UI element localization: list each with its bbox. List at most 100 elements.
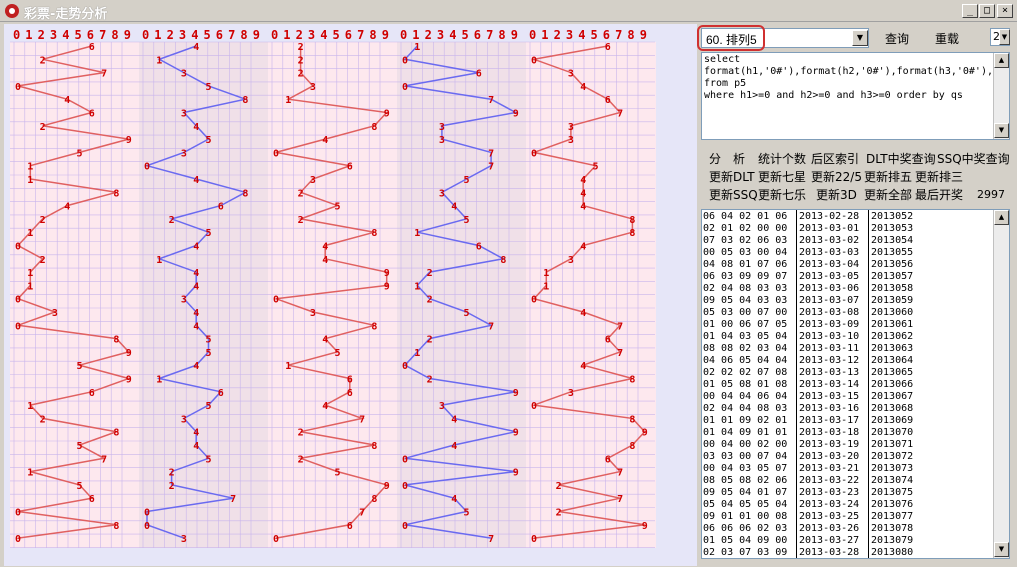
update-p5-button[interactable]: 更新排五 — [864, 168, 912, 185]
data-point: 3 — [181, 69, 187, 80]
minimize-button[interactable]: _ — [962, 4, 978, 18]
chevron-down-icon[interactable]: ▼ — [999, 29, 1010, 45]
draw-list[interactable]: 06 04 02 01 06 2013-02-28 2013052 02 01 02 … — [701, 209, 1010, 559]
data-point: 3 — [568, 135, 574, 146]
analyze-button[interactable]: 分 析 — [709, 150, 745, 167]
scroll-down-icon[interactable]: ▼ — [994, 542, 1009, 557]
column-header-digit: 9 — [253, 28, 260, 42]
data-point: 7 — [230, 494, 236, 505]
column-header-digit: 7 — [486, 28, 493, 42]
update-ql-button[interactable]: 更新七乐 — [758, 186, 806, 203]
column-header-digit: 3 — [437, 28, 444, 42]
column-header-digit: 0 — [142, 28, 149, 42]
data-point: 4 — [322, 135, 328, 146]
column-header-digit: 3 — [308, 28, 315, 42]
data-point: 9 — [642, 521, 648, 532]
data-point: 4 — [580, 202, 586, 213]
data-point: 2 — [556, 508, 562, 519]
data-point: 4 — [580, 82, 586, 93]
data-point: 6 — [347, 521, 353, 532]
title-bar: 彩票-走势分析 _ □ × — [0, 0, 1017, 22]
row-issue: 2013070 — [871, 427, 914, 438]
list-scrollbar[interactable]: ▲ ▼ — [993, 210, 1009, 558]
data-point: 6 — [347, 388, 353, 399]
column-header-digit: 0 — [271, 28, 278, 42]
row-date: 2013-03-17 — [799, 415, 860, 426]
data-point: 4 — [193, 361, 199, 372]
data-point: 4 — [322, 255, 328, 266]
data-point: 2 — [298, 215, 304, 226]
column-header-digit: 2 — [167, 28, 174, 42]
row-numbers: 03 03 00 07 04 — [703, 451, 788, 462]
data-point: 1 — [285, 361, 291, 372]
row-date: 2013-03-10 — [799, 331, 860, 342]
row-issue: 2013062 — [871, 331, 914, 342]
data-point: 3 — [310, 308, 316, 319]
record-count: 2997 — [977, 188, 1005, 201]
data-point: 7 — [617, 468, 623, 479]
row-numbers: 01 04 03 05 04 — [703, 331, 788, 342]
data-point: 5 — [335, 202, 341, 213]
back-index-button[interactable]: 后区索引 — [811, 150, 859, 167]
row-issue: 2013072 — [871, 451, 914, 462]
update-ssq-button[interactable]: 更新SSQ — [709, 186, 758, 203]
data-point: 2 — [298, 188, 304, 199]
update-225-button[interactable]: 更新22/5 — [811, 168, 862, 185]
count-button[interactable]: 统计个数 — [758, 150, 806, 167]
data-point: 0 — [15, 321, 21, 332]
row-issue: 2013080 — [871, 547, 914, 558]
data-point: 7 — [488, 148, 494, 159]
row-date: 2013-03-14 — [799, 379, 860, 390]
row-date: 2013-02-28 — [799, 211, 860, 222]
query-button[interactable]: 查询 — [885, 30, 909, 47]
highlight-ring — [697, 25, 765, 51]
row-date: 2013-03-05 — [799, 271, 860, 282]
update-p3-button[interactable]: 更新排三 — [915, 168, 963, 185]
row-date: 2013-03-04 — [799, 259, 860, 270]
row-issue: 2013059 — [871, 295, 914, 306]
data-point: 3 — [439, 135, 445, 146]
data-point: 1 — [27, 175, 33, 186]
data-point: 6 — [89, 388, 95, 399]
data-point: 1 — [156, 375, 162, 386]
data-point: 1 — [414, 228, 420, 239]
data-point: 6 — [89, 494, 95, 505]
update-all-button[interactable]: 更新全部 — [864, 186, 912, 203]
scroll-up-icon[interactable]: ▲ — [994, 53, 1009, 68]
column-header-digit: 5 — [204, 28, 211, 42]
column-header-digit: 0 — [529, 28, 536, 42]
scroll-down-icon[interactable]: ▼ — [994, 123, 1009, 138]
ssq-query-button[interactable]: SSQ中奖查询 — [937, 150, 1010, 167]
column-header-digit: 6 — [603, 28, 610, 42]
data-point: 4 — [580, 175, 586, 186]
update-qx-button[interactable]: 更新七星 — [758, 168, 806, 185]
sql-scrollbar[interactable]: ▲ ▼ — [993, 53, 1009, 139]
sql-line: from p5 — [704, 78, 747, 89]
column-header-digit: 4 — [578, 28, 585, 42]
dlt-query-button[interactable]: DLT中奖查询 — [866, 150, 936, 167]
row-date: 2013-03-27 — [799, 535, 860, 546]
data-point: 9 — [513, 468, 519, 479]
scroll-up-icon[interactable]: ▲ — [994, 210, 1009, 225]
data-point: 8 — [371, 441, 377, 452]
sql-editor[interactable]: select format(h1,'0#'),format(h2,'0#'),fo… — [701, 52, 1010, 140]
data-point: 7 — [617, 109, 623, 120]
data-point: 2 — [40, 414, 46, 425]
data-point: 3 — [439, 188, 445, 199]
sql-line: where h1>=0 and h2>=0 and h3>=0 order by… — [704, 90, 963, 101]
chevron-down-icon[interactable]: ▼ — [852, 30, 868, 46]
column-header-digit: 0 — [13, 28, 20, 42]
last-draw-button[interactable]: 最后开奖 — [915, 186, 963, 203]
update-3d-button[interactable]: 更新3D — [816, 186, 857, 203]
data-point: 1 — [543, 281, 549, 292]
column-header-digit: 7 — [99, 28, 106, 42]
maximize-button[interactable]: □ — [979, 4, 995, 18]
row-numbers: 06 03 09 09 07 — [703, 271, 788, 282]
column-header-digit: 2 — [554, 28, 561, 42]
data-point: 0 — [531, 148, 537, 159]
function-panel: 分 析 统计个数 后区索引 DLT中奖查询 SSQ中奖查询 更新DLT 更新七星… — [701, 144, 1010, 206]
data-point: 7 — [488, 162, 494, 173]
column-header-digit: 8 — [111, 28, 118, 42]
update-dlt-button[interactable]: 更新DLT — [709, 168, 755, 185]
close-button[interactable]: × — [997, 4, 1013, 18]
